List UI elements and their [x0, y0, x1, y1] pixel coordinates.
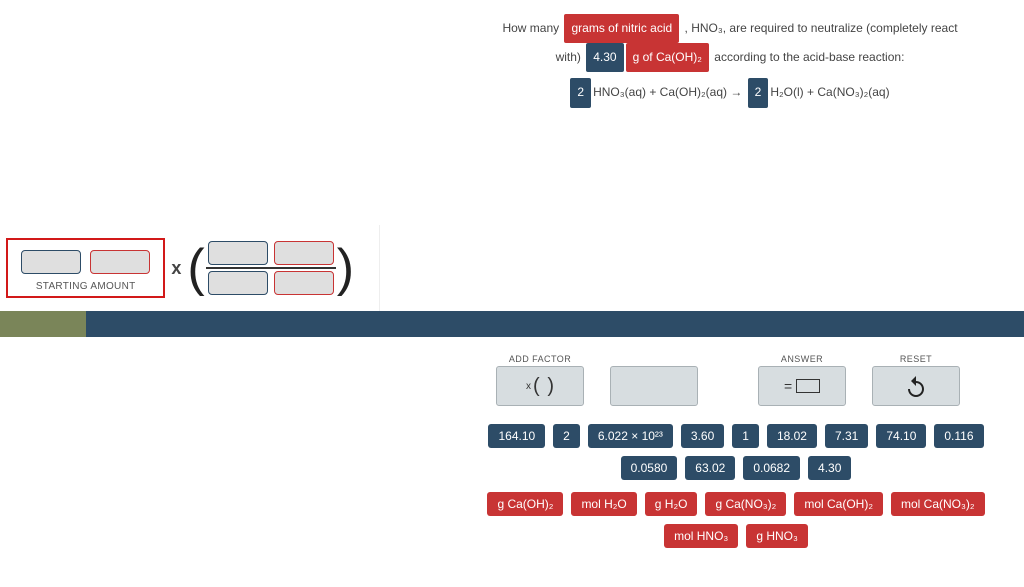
chip-unit[interactable]: mol Ca(OH)₂ — [794, 492, 883, 516]
denom-value-slot[interactable] — [208, 271, 268, 295]
start-unit-slot[interactable] — [90, 250, 150, 274]
chip-number[interactable]: 1 — [732, 424, 759, 448]
chip-number[interactable]: 0.0682 — [743, 456, 800, 480]
q-pill-430: 4.30 — [586, 43, 623, 72]
chip-unit[interactable]: mol Ca(NO₃)₂ — [891, 492, 985, 516]
divider-band — [0, 311, 1024, 337]
chip-unit[interactable]: g Ca(NO₃)₂ — [705, 492, 786, 516]
q-part1b: , HNO₃, are required to neutralize (comp… — [681, 16, 957, 41]
chip-number[interactable]: 0.116 — [934, 424, 983, 448]
chip-number[interactable]: 4.30 — [808, 456, 851, 480]
chip-number[interactable]: 6.022 × 10²³ — [588, 424, 673, 448]
chip-unit[interactable]: mol H₂O — [571, 492, 636, 516]
right-paren-icon: ) — [337, 238, 354, 298]
chip-number[interactable]: 2 — [553, 424, 580, 448]
chip-unit[interactable]: g HNO₃ — [746, 524, 808, 548]
q-pill-grams-nitric: grams of nitric acid — [564, 14, 679, 43]
multiply-icon: x — [165, 258, 187, 279]
blank-button[interactable] — [610, 366, 698, 406]
reset-button[interactable] — [872, 366, 960, 406]
chip-number[interactable]: 0.0580 — [621, 456, 678, 480]
chip-unit[interactable]: g Ca(OH)₂ — [487, 492, 563, 516]
progress-chip — [0, 311, 86, 337]
reset-label: RESET — [872, 354, 960, 364]
chip-unit[interactable]: g H₂O — [645, 492, 698, 516]
denom-unit-slot[interactable] — [274, 271, 334, 295]
eq-coef-2: 2 — [748, 78, 769, 107]
number-chips: 164.10 2 6.022 × 10²³ 3.60 1 18.02 7.31 … — [476, 424, 996, 480]
answer-label: ANSWER — [758, 354, 846, 364]
chip-number[interactable]: 63.02 — [685, 456, 735, 480]
starting-amount-box[interactable]: STARTING AMOUNT — [6, 238, 165, 298]
unit-chips: g Ca(OH)₂ mol H₂O g H₂O g Ca(NO₃)₂ mol C… — [476, 492, 996, 548]
chip-number[interactable]: 3.60 — [681, 424, 724, 448]
q-part1a: How many — [502, 16, 562, 41]
blank-label — [610, 354, 698, 364]
chip-number[interactable]: 74.10 — [876, 424, 926, 448]
chip-number[interactable]: 7.31 — [825, 424, 868, 448]
numer-value-slot[interactable] — [208, 241, 268, 265]
question-text: How many grams of nitric acid , HNO₃, ar… — [460, 14, 1000, 108]
conversion-factor: ( ) — [187, 238, 354, 298]
q-part2b: according to the acid-base reaction: — [711, 45, 904, 70]
chip-number[interactable]: 18.02 — [767, 424, 817, 448]
starting-amount-label: STARTING AMOUNT — [18, 281, 153, 292]
chip-number[interactable]: 164.10 — [488, 424, 545, 448]
add-factor-button[interactable]: x( ) — [496, 366, 584, 406]
eq-tail: H₂O(l) + Ca(NO₃)₂(aq) — [770, 80, 889, 105]
chip-unit[interactable]: mol HNO₃ — [664, 524, 738, 548]
eq-mid: HNO₃(aq) + Ca(OH)₂(aq) → — [593, 80, 746, 105]
q-part2a: with) — [556, 45, 585, 70]
add-factor-label: ADD FACTOR — [496, 354, 584, 364]
fraction-bar — [206, 267, 336, 269]
numer-unit-slot[interactable] — [274, 241, 334, 265]
answer-button[interactable]: = — [758, 366, 846, 406]
undo-icon — [904, 374, 928, 398]
eq-coef-1: 2 — [570, 78, 591, 107]
left-paren-icon: ( — [187, 238, 204, 298]
controls-area: ADD FACTOR x( ) ANSWER = RESET 164.10 2 … — [496, 354, 1016, 548]
start-value-slot[interactable] — [21, 250, 81, 274]
q-pill-g-caoh2: g of Ca(OH)₂ — [626, 43, 709, 72]
equation-builder: STARTING AMOUNT x ( ) — [0, 225, 380, 311]
